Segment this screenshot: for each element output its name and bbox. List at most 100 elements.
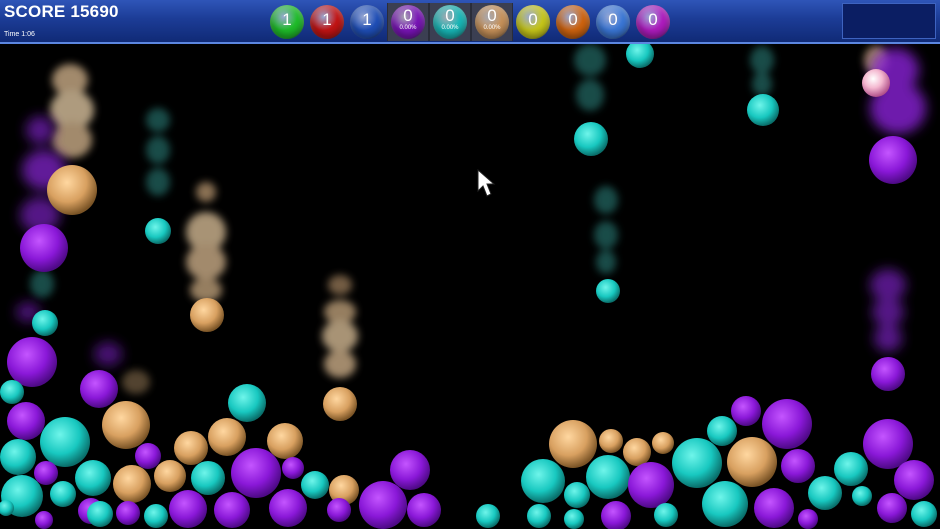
cyan-bubble[interactable]: [852, 486, 872, 506]
cyan-bubble[interactable]: [527, 504, 551, 528]
cyan-bubble[interactable]: [75, 460, 111, 496]
cyan-bubble[interactable]: [747, 94, 779, 126]
cyan-bubble[interactable]: [564, 482, 590, 508]
tan-bubble[interactable]: [102, 401, 150, 449]
play-field[interactable]: [0, 44, 940, 529]
cyan-bubble[interactable]: [654, 503, 678, 527]
pink-bubble[interactable]: [862, 69, 890, 97]
counter-value: 0: [648, 10, 658, 29]
cyan-bubble[interactable]: [564, 509, 584, 529]
purple-bubble[interactable]: [628, 462, 674, 508]
time-label: Time 1:06: [4, 31, 35, 38]
purple-bubble[interactable]: [7, 337, 57, 387]
purple-bubble[interactable]: [7, 402, 45, 440]
purple-bubble[interactable]: [762, 399, 812, 449]
bubble-layer: [0, 44, 937, 529]
cyan-bubble[interactable]: [626, 44, 654, 68]
tan-bubble[interactable]: [727, 437, 777, 487]
purple-bubble[interactable]: [601, 501, 631, 529]
counter-percent: 0.00%: [399, 25, 417, 31]
tan-bubble[interactable]: [113, 465, 151, 503]
counter-red: 1: [307, 3, 347, 41]
cyan-bubble[interactable]: [0, 439, 36, 475]
counter-green: 1: [267, 3, 307, 41]
cyan-bubble[interactable]: [191, 461, 225, 495]
purple-bubble[interactable]: [34, 461, 58, 485]
tan-bubble[interactable]: [652, 432, 674, 454]
cyan-bubble[interactable]: [0, 380, 24, 404]
orange-orb-icon: 0: [556, 5, 590, 39]
cyan-bubble[interactable]: [707, 416, 737, 446]
cyan-bubble[interactable]: [476, 504, 500, 528]
tan-bubble[interactable]: [599, 429, 623, 453]
tan-bubble[interactable]: [190, 298, 224, 332]
cyan-bubble[interactable]: [87, 501, 113, 527]
purple-bubble[interactable]: [894, 460, 934, 500]
purple-bubble[interactable]: [20, 224, 68, 272]
cyan-bubble[interactable]: [834, 452, 868, 486]
score-label: SCORE 15690: [4, 2, 119, 21]
cyan-bubble[interactable]: [521, 459, 565, 503]
cyan-bubble[interactable]: [596, 279, 620, 303]
cyan-bubble[interactable]: [672, 438, 722, 488]
cyan-bubble[interactable]: [911, 501, 937, 527]
counter-value: 0: [568, 10, 578, 29]
tan-bubble[interactable]: [267, 423, 303, 459]
purple-bubble[interactable]: [282, 457, 304, 479]
tan-bubble[interactable]: [208, 418, 246, 456]
cyan-bubble[interactable]: [808, 476, 842, 510]
cyan-bubble[interactable]: [32, 310, 58, 336]
tan-bubble[interactable]: [174, 431, 208, 465]
purple-bubble[interactable]: [877, 493, 907, 523]
cyan-bubble[interactable]: [40, 417, 90, 467]
counter-value: 1: [362, 10, 372, 29]
purple-bubble[interactable]: [231, 448, 281, 498]
purple-bubble[interactable]: [754, 488, 794, 528]
purple-bubble[interactable]: [407, 493, 441, 527]
purple-bubble[interactable]: [169, 490, 207, 528]
purple-bubble[interactable]: [781, 449, 815, 483]
purple-bubble[interactable]: [80, 370, 118, 408]
purple-bubble[interactable]: [269, 489, 307, 527]
cyan-bubble[interactable]: [145, 218, 171, 244]
tan-bubble[interactable]: [154, 460, 186, 492]
purple-bubble[interactable]: [390, 450, 430, 490]
purple-bubble[interactable]: [135, 443, 161, 469]
purple-bubble[interactable]: [871, 357, 905, 391]
counter-percent: 0.00%: [441, 25, 459, 31]
purple-bubble[interactable]: [869, 136, 917, 184]
tan-bubble[interactable]: [549, 420, 597, 468]
red-orb-icon: 1: [310, 5, 344, 39]
minimap: [842, 3, 936, 39]
counter-orange: 0: [553, 3, 593, 41]
purple-bubble[interactable]: [731, 396, 761, 426]
cyan-bubble[interactable]: [50, 481, 76, 507]
tan-bubble[interactable]: [323, 387, 357, 421]
color-counters: 1 1 1 0 0.00% 0 0.00% 0 0.00% 0 0 0 0: [267, 3, 673, 41]
counter-value: 0: [608, 10, 618, 29]
cyan-bubble[interactable]: [586, 455, 630, 499]
counter-cyan: 0 0.00%: [429, 3, 471, 41]
cyan-bubble[interactable]: [702, 481, 748, 527]
purple-bubble[interactable]: [116, 501, 140, 525]
cyan-bubble[interactable]: [144, 504, 168, 528]
mouse-cursor-icon: [477, 168, 496, 197]
purple-bubble[interactable]: [798, 509, 818, 529]
counter-value: 0: [487, 6, 497, 25]
counter-purple: 0 0.00%: [387, 3, 429, 41]
cyan-bubble[interactable]: [574, 122, 608, 156]
tan-bubble[interactable]: [47, 165, 97, 215]
purple-bubble[interactable]: [359, 481, 407, 529]
purple-bubble[interactable]: [863, 419, 913, 469]
cyan-bubble[interactable]: [228, 384, 266, 422]
tan-orb-icon: 0 0.00%: [475, 5, 509, 39]
counter-magenta: 0: [633, 3, 673, 41]
light-blue-orb-icon: 0: [596, 5, 630, 39]
purple-bubble[interactable]: [214, 492, 250, 528]
blue-orb-icon: 1: [350, 5, 384, 39]
cyan-bubble[interactable]: [301, 471, 329, 499]
tan-bubble[interactable]: [623, 438, 651, 466]
purple-bubble[interactable]: [35, 511, 53, 529]
purple-bubble[interactable]: [327, 498, 351, 522]
counter-value: 0: [528, 10, 538, 29]
